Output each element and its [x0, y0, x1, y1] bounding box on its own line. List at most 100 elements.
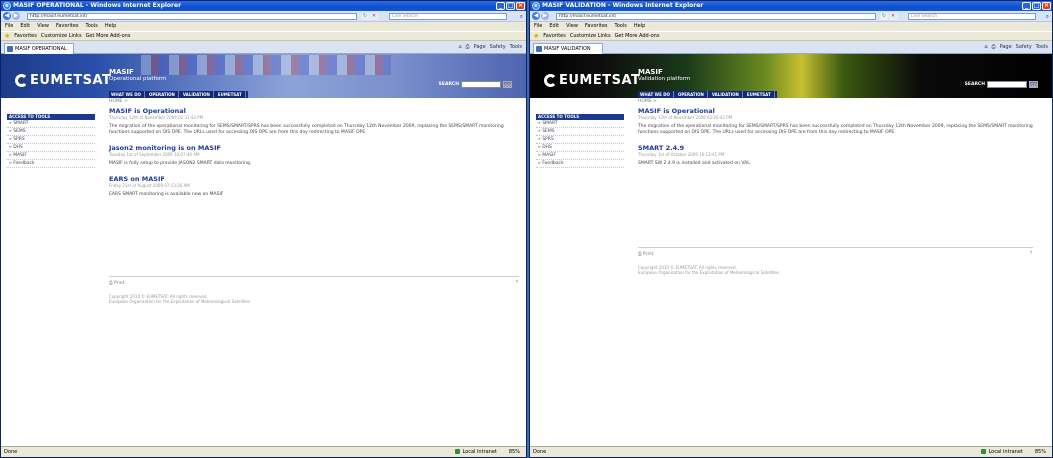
menu-favorites[interactable]: Favorites: [585, 22, 608, 31]
menu-tools[interactable]: Tools: [86, 22, 98, 31]
print-link[interactable]: ⎙ Print: [638, 251, 653, 257]
article-title[interactable]: Jason2 monitoring is on MASIF: [109, 144, 519, 152]
menu-file[interactable]: File: [5, 22, 13, 31]
cmd-safety[interactable]: Safety: [490, 43, 506, 52]
print-icon[interactable]: ⎙: [466, 43, 470, 52]
nav-what-we-do[interactable]: WHAT WE DO: [111, 91, 145, 98]
cmd-page[interactable]: Page: [474, 43, 486, 52]
maximize-button[interactable]: □: [1032, 2, 1041, 10]
live-search-input[interactable]: Live Search: [389, 13, 507, 20]
menu-tools[interactable]: Tools: [615, 22, 627, 31]
menu-view[interactable]: View: [37, 22, 49, 31]
nav-item-feedback[interactable]: » Feedback: [7, 160, 95, 168]
fav-link-addons[interactable]: Get More Add-ons: [615, 32, 660, 41]
url-input[interactable]: http://masif.eumetsat.int/: [27, 13, 357, 20]
article-title[interactable]: EARS on MASIF: [109, 175, 519, 183]
refresh-icon[interactable]: ↻: [361, 13, 369, 20]
zoom-level[interactable]: 85%: [509, 447, 520, 457]
nav-item-dhs[interactable]: » DHS: [536, 144, 624, 152]
forward-arrow-icon[interactable]: ▶: [541, 12, 549, 20]
nav-what-we-do[interactable]: WHAT WE DO: [640, 91, 674, 98]
nav-validation[interactable]: VALIDATION: [712, 91, 743, 98]
nav-item-masif[interactable]: » MASIF: [536, 152, 624, 160]
cmd-tools[interactable]: Tools: [1036, 43, 1048, 52]
search-icon[interactable]: ⌕: [1046, 13, 1049, 20]
title-bar[interactable]: e MASIF VALIDATION - Windows Internet Ex…: [530, 1, 1052, 11]
back-arrow-icon[interactable]: ◀: [3, 12, 11, 20]
article-title[interactable]: MASIF is Operational: [109, 107, 519, 115]
flags-banner: [141, 55, 391, 75]
nav-item-feedback[interactable]: » Feedback: [536, 160, 624, 168]
search-icon[interactable]: ⌕: [520, 13, 523, 20]
tab-masif-operational[interactable]: MASIF OPERATIONAL: [4, 43, 74, 54]
menu-view[interactable]: View: [566, 22, 578, 31]
breadcrumb[interactable]: HOME >: [109, 99, 128, 104]
forward-arrow-icon[interactable]: ▶: [12, 12, 20, 20]
menu-edit[interactable]: Edit: [549, 22, 559, 31]
close-button[interactable]: ×: [1042, 2, 1051, 10]
menu-edit[interactable]: Edit: [20, 22, 30, 31]
nav-item-masif[interactable]: » MASIF: [7, 152, 95, 160]
news-article: SMART 2.4.9 Thursday 1st of October 2009…: [638, 144, 1033, 167]
menu-bar: File Edit View Favorites Tools Help: [530, 22, 1052, 31]
nav-item-sprs[interactable]: » SPRS: [7, 136, 95, 144]
site-search-input[interactable]: [987, 81, 1027, 88]
article-title[interactable]: SMART 2.4.9: [638, 144, 1033, 152]
article-title[interactable]: MASIF is Operational: [638, 107, 1033, 115]
site-search-input[interactable]: [461, 81, 501, 88]
search-go-button[interactable]: GO: [1029, 81, 1038, 88]
title-bar[interactable]: e MASIF OPERATIONAL - Windows Internet E…: [1, 1, 526, 11]
article-body: MASIF is fully setup to provide JASON2 S…: [109, 161, 252, 166]
nav-item-dhs[interactable]: » DHS: [7, 144, 95, 152]
minimize-button[interactable]: _: [496, 2, 505, 10]
top-arrow-icon[interactable]: ↑: [1029, 251, 1033, 257]
top-arrow-icon[interactable]: ↑: [515, 280, 519, 286]
favorites-star-icon[interactable]: ★: [533, 32, 539, 41]
nav-eumetsat[interactable]: EUMETSAT: [747, 91, 775, 98]
nav-eumetsat[interactable]: EUMETSAT: [218, 91, 246, 98]
cmd-page[interactable]: Page: [1000, 43, 1012, 52]
eumetsat-logo[interactable]: EUMETSAT: [544, 73, 640, 88]
zoom-level[interactable]: 85%: [1035, 447, 1046, 457]
security-zone[interactable]: Local intranet: [455, 447, 496, 457]
menu-favorites[interactable]: Favorites: [56, 22, 79, 31]
nav-operation[interactable]: OPERATION: [678, 91, 708, 98]
nav-item-sprs[interactable]: » SPRS: [536, 136, 624, 144]
print-link[interactable]: ⎙ Print: [109, 280, 124, 286]
minimize-button[interactable]: _: [1022, 2, 1031, 10]
eumetsat-logo[interactable]: EUMETSAT: [15, 73, 111, 88]
close-button[interactable]: ×: [516, 2, 525, 10]
favorites-button[interactable]: Favorites: [14, 32, 37, 41]
nav-item-smart[interactable]: » SMART: [7, 120, 95, 128]
stop-icon[interactable]: ✕: [370, 13, 378, 20]
stop-icon[interactable]: ✕: [889, 13, 897, 20]
url-input[interactable]: http://masif.eumetsat.int/: [556, 13, 876, 20]
security-zone[interactable]: Local intranet: [981, 447, 1022, 457]
maximize-button[interactable]: □: [506, 2, 515, 10]
menu-file[interactable]: File: [534, 22, 542, 31]
tab-masif-validation[interactable]: MASIF VALIDATION: [533, 43, 603, 54]
live-search-input[interactable]: Live Search: [908, 13, 1036, 20]
fav-link-addons[interactable]: Get More Add-ons: [86, 32, 131, 41]
favorites-star-icon[interactable]: ★: [4, 32, 10, 41]
cmd-safety[interactable]: Safety: [1016, 43, 1032, 52]
nav-item-sems[interactable]: » SEMS: [7, 128, 95, 136]
home-icon[interactable]: ⌂: [984, 43, 987, 52]
news-article: Jason2 monitoring is on MASIF Tuesday 1s…: [109, 144, 519, 167]
fav-link-customize[interactable]: Customize Links: [41, 32, 82, 41]
search-go-button[interactable]: GO: [503, 81, 512, 88]
home-icon[interactable]: ⌂: [458, 43, 461, 52]
nav-operation[interactable]: OPERATION: [149, 91, 179, 98]
back-arrow-icon[interactable]: ◀: [532, 12, 540, 20]
favorites-button[interactable]: Favorites: [543, 32, 566, 41]
nav-item-sems[interactable]: » SEMS: [536, 128, 624, 136]
nav-validation[interactable]: VALIDATION: [183, 91, 214, 98]
nav-item-smart[interactable]: » SMART: [536, 120, 624, 128]
breadcrumb[interactable]: HOME >: [638, 99, 657, 104]
cmd-tools[interactable]: Tools: [510, 43, 522, 52]
refresh-icon[interactable]: ↻: [880, 13, 888, 20]
fav-link-customize[interactable]: Customize Links: [570, 32, 611, 41]
print-icon[interactable]: ⎙: [992, 43, 996, 52]
menu-help[interactable]: Help: [634, 22, 645, 31]
menu-help[interactable]: Help: [105, 22, 116, 31]
